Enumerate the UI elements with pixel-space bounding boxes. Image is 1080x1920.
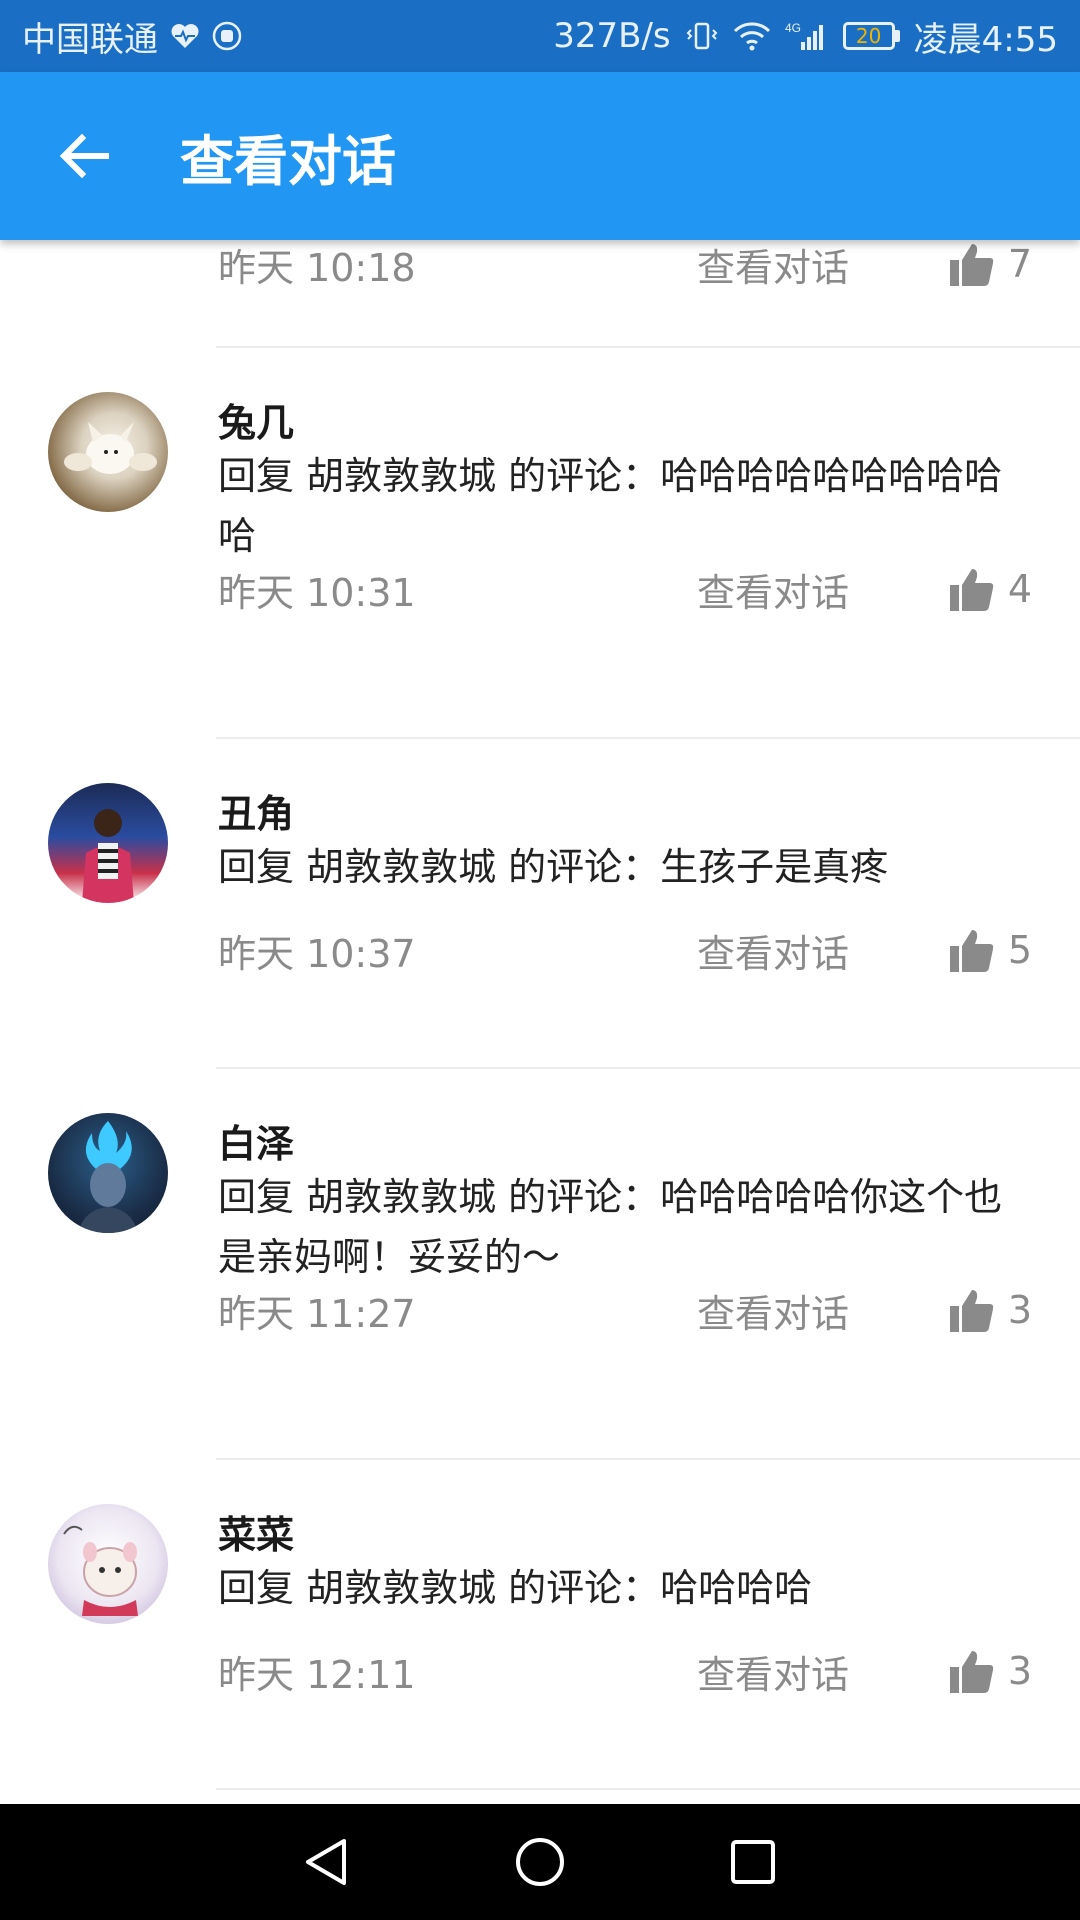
comment-text: 回复 胡敦敦敦城 的评论：哈哈哈哈哈你这个也是亲妈啊！妥妥的～ — [218, 1175, 1003, 1279]
comment-text: 回复 胡敦敦敦城 的评论：哈哈哈哈哈哈哈哈哈哈 — [218, 454, 1003, 558]
network-speed: 327B/s — [553, 16, 671, 56]
comment-item[interactable]: 白泽 回复 胡敦敦敦城 的评论：哈哈哈哈哈你这个也是亲妈啊！妥妥的～ 昨天 11… — [0, 1069, 1080, 1460]
battery-level: 20 — [842, 22, 895, 50]
status-left: 中国联通 — [22, 12, 242, 61]
system-nav-bar — [0, 1804, 1080, 1920]
comment-author[interactable]: 白泽 — [218, 1113, 294, 1168]
view-conversation-link[interactable]: 查看对话 — [697, 923, 849, 978]
like-button[interactable]: 3 — [948, 1286, 1032, 1334]
comment-meta: 昨天 11:27 查看对话 3 — [218, 1280, 1032, 1340]
app-bar: 查看对话 — [0, 72, 1080, 240]
back-button[interactable] — [24, 96, 144, 216]
like-count: 5 — [1007, 928, 1032, 972]
comment-author[interactable]: 丑角 — [218, 783, 294, 838]
clock: 凌晨4:55 — [913, 19, 1058, 60]
comment-meta: 昨天 10:18 查看对话 7 — [218, 240, 1032, 294]
nav-home-button[interactable] — [495, 1817, 585, 1907]
like-count: 3 — [1007, 1649, 1032, 1693]
thumbs-up-icon — [949, 244, 994, 286]
back-triangle-icon — [305, 1839, 346, 1885]
comment-meta: 昨天 12:11 查看对话 3 — [218, 1641, 1032, 1701]
comment-item[interactable]: 菜菜 回复 胡敦敦敦城 的评论：哈哈哈哈 昨天 12:11 查看对话 3 — [0, 1460, 1080, 1790]
carrier-name: 中国联通 — [22, 19, 158, 60]
recents-square-icon — [731, 1840, 776, 1884]
heart-pulse-icon — [170, 22, 200, 50]
like-button[interactable]: 5 — [948, 926, 1032, 974]
comment-time: 昨天 10:37 — [218, 931, 416, 976]
like-count: 4 — [1007, 567, 1032, 611]
thumbs-up-icon — [949, 569, 994, 611]
like-count: 3 — [1007, 1288, 1032, 1332]
thumbs-up-icon — [949, 930, 994, 972]
nav-recents-button[interactable] — [708, 1817, 798, 1907]
hand-icon — [212, 21, 242, 51]
comment-item: 昨天 10:18 查看对话 7 — [0, 240, 1080, 348]
comment-text: 回复 胡敦敦敦城 的评论：哈哈哈哈 — [218, 1566, 813, 1610]
comment-item[interactable]: 丑角 回复 胡敦敦敦城 的评论：生孩子是真疼 昨天 10:37 查看对话 5 — [0, 739, 1080, 1069]
arrow-left-icon — [59, 133, 109, 179]
signal-icon: 4G — [785, 20, 829, 52]
avatar[interactable] — [48, 392, 168, 512]
view-conversation-link[interactable]: 查看对话 — [697, 240, 849, 292]
home-circle-icon — [515, 1838, 564, 1886]
fox-avatar-image — [64, 422, 157, 474]
thumbs-up-icon — [949, 1651, 994, 1693]
avatar[interactable] — [48, 1113, 168, 1233]
view-conversation-link[interactable]: 查看对话 — [697, 562, 849, 617]
hamster-avatar-image — [63, 1525, 138, 1616]
vibrate-icon — [685, 19, 719, 53]
view-conversation-link[interactable]: 查看对话 — [697, 1283, 849, 1338]
battery-icon: 20 — [842, 22, 900, 50]
status-right: 327B/s 4G 20 凌晨4:55 — [553, 12, 1058, 61]
divider — [216, 1788, 1080, 1790]
comment-author[interactable]: 菜菜 — [218, 1504, 294, 1559]
comment-time: 昨天 11:27 — [218, 1291, 416, 1336]
comment-meta: 昨天 10:37 查看对话 5 — [218, 920, 1032, 980]
comment-list[interactable]: 昨天 10:18 查看对话 7 兔几 回复 胡敦敦敦城 的评论：哈哈哈哈哈哈哈哈… — [0, 240, 1080, 1804]
network-type: 4G — [785, 21, 801, 35]
view-conversation-link[interactable]: 查看对话 — [697, 1644, 849, 1699]
comment-item[interactable]: 兔几 回复 胡敦敦敦城 的评论：哈哈哈哈哈哈哈哈哈哈 昨天 10:31 查看对话… — [0, 348, 1080, 739]
comment-author[interactable]: 兔几 — [218, 392, 294, 447]
status-bar: 中国联通 327B/s 4G 20 凌晨4:55 — [0, 0, 1080, 72]
comment-time: 昨天 10:31 — [218, 570, 416, 615]
avatar[interactable] — [48, 783, 168, 903]
like-button[interactable]: 4 — [948, 565, 1032, 613]
like-count: 7 — [1007, 242, 1032, 286]
comment-text: 回复 胡敦敦敦城 的评论：生孩子是真疼 — [218, 845, 889, 889]
thumbs-up-icon — [949, 1290, 994, 1332]
comment-meta: 昨天 10:31 查看对话 4 — [218, 559, 1032, 619]
page-title: 查看对话 — [180, 129, 396, 193]
comment-time: 昨天 10:18 — [218, 245, 416, 290]
like-button[interactable]: 3 — [948, 1647, 1032, 1695]
person-avatar-image — [82, 809, 134, 903]
blue-flame-avatar-image — [78, 1121, 138, 1233]
comment-time: 昨天 12:11 — [218, 1652, 416, 1697]
wifi-icon — [733, 21, 771, 51]
nav-back-button[interactable] — [282, 1817, 372, 1907]
like-button[interactable]: 7 — [948, 240, 1032, 288]
avatar[interactable] — [48, 1504, 168, 1624]
